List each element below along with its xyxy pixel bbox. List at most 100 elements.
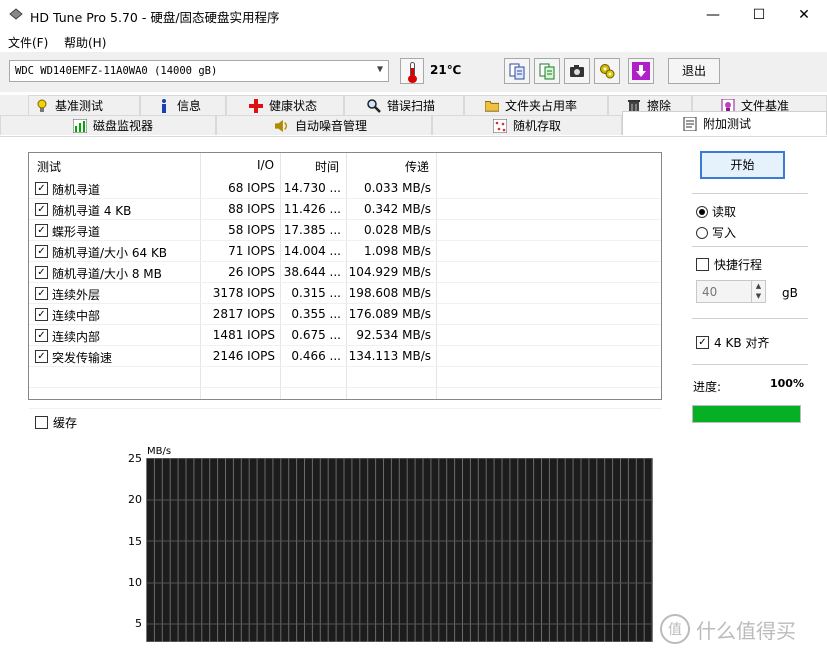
watermark-logo: 值 (660, 614, 690, 644)
progress-label: 进度: (693, 380, 722, 394)
divider (692, 318, 808, 319)
chevron-down-icon: ▼ (376, 64, 383, 75)
quick-stroke-spinner[interactable]: 40 ▲ ▼ (696, 280, 766, 303)
divider (692, 364, 808, 365)
y-tick-label: 25 (128, 452, 142, 465)
time-value: 14.004 ... (283, 244, 341, 258)
tab-folder-usage[interactable]: 文件夹占用率 (464, 95, 608, 115)
tab-disk-monitor[interactable]: 磁盘监视器 (0, 115, 216, 135)
watermark-text: 什么值得买 (696, 618, 796, 643)
camera-icon (570, 65, 584, 77)
tab-label: 错误扫描 (387, 99, 436, 113)
write-radio[interactable]: 写入 (696, 224, 736, 241)
test-name: 连续外层 (52, 288, 101, 302)
info-icon (157, 98, 171, 113)
row-checkbox[interactable]: ✓ (35, 203, 48, 216)
table-row[interactable]: ✓ 随机寻道/大小 8 MB 26 IOPS 38.644 ... 104.929 MB… (29, 262, 661, 283)
time-value: 0.466 ... (291, 349, 341, 363)
checkbox-box[interactable] (696, 258, 709, 271)
table-row[interactable]: ✓ 连续内部 1481 IOPS 0.675 ... 92.534 MB/s (29, 325, 661, 346)
checkbox-box[interactable] (35, 416, 48, 429)
write-label: 写入 (712, 226, 737, 240)
table-row[interactable]: ✓ 连续外层 3178 IOPS 0.315 ... 198.608 MB/s (29, 283, 661, 304)
table-row[interactable]: ✓ 随机寻道/大小 64 KB 71 IOPS 14.004 ... 1.098 MB/… (29, 241, 661, 262)
quick-stroke-value: 40 (702, 285, 718, 299)
io-value: 3178 IOPS (212, 286, 275, 300)
time-value: 38.644 ... (283, 265, 341, 279)
row-checkbox[interactable]: ✓ (35, 245, 48, 258)
app-icon (9, 8, 23, 20)
drive-select[interactable]: WDC WD140EMFZ-11A0WA0 (14000 gB) ▼ (9, 60, 389, 82)
rate-value: 104.929 MB/s (348, 265, 431, 279)
tab-label: 自动噪音管理 (295, 119, 368, 133)
column-header-time[interactable]: 时间 (315, 158, 339, 175)
copy-info-icon (539, 63, 555, 80)
test-name: 随机寻道/大小 8 MB (52, 267, 162, 281)
divider (692, 193, 808, 194)
row-checkbox[interactable]: ✓ (35, 266, 48, 279)
cache-checkbox[interactable]: 缓存 (35, 414, 77, 431)
read-radio[interactable]: 读取 (696, 203, 736, 220)
row-checkbox[interactable]: ✓ (35, 224, 48, 237)
row-checkbox[interactable]: ✓ (35, 182, 48, 195)
tab-label: 随机存取 (513, 119, 562, 133)
save-button[interactable] (628, 58, 654, 84)
y-tick-label: 15 (128, 535, 142, 548)
tab-label: 附加测试 (703, 117, 752, 131)
row-checkbox[interactable]: ✓ (35, 329, 48, 342)
tab-info[interactable]: 信息 (140, 95, 226, 115)
table-row[interactable]: ✓ 蝶形寻道 58 IOPS 17.385 ... 0.028 MB/s (29, 220, 661, 241)
speaker-icon (275, 119, 289, 133)
table-row[interactable]: ✓ 随机寻道 4 KB 88 IOPS 11.426 ... 0.342 MB/s (29, 199, 661, 220)
y-tick-label: 5 (135, 617, 142, 630)
copy-info-button[interactable] (534, 58, 560, 84)
tab-health[interactable]: 健康状态 (226, 95, 344, 115)
y-tick-label: 20 (128, 493, 142, 506)
rate-value: 92.534 MB/s (356, 328, 431, 342)
table-header: 测试 I/O 时间 传递 (29, 153, 661, 177)
start-button[interactable]: 开始 (700, 151, 785, 179)
quick-stroke-checkbox[interactable]: 快捷行程 (696, 256, 762, 273)
exit-button[interactable]: 退出 (668, 58, 720, 84)
test-name: 随机寻道 4 KB (52, 204, 132, 218)
menu-help[interactable]: 帮助(H) (64, 34, 106, 51)
row-checkbox[interactable]: ✓ (35, 287, 48, 300)
table-row[interactable]: ✓ 连续中部 2817 IOPS 0.355 ... 176.089 MB/s (29, 304, 661, 325)
tab-error-scan[interactable]: 错误扫描 (344, 95, 464, 115)
rate-value: 1.098 MB/s (363, 244, 431, 258)
chart-unit-label: MB/s (147, 446, 172, 457)
rate-value: 0.342 MB/s (363, 202, 431, 216)
column-header-io[interactable]: I/O (257, 158, 274, 172)
maximize-button[interactable]: ☐ (736, 0, 782, 30)
close-button[interactable]: ✕ (781, 0, 827, 30)
align-4kb-label: 4 KB 对齐 (714, 336, 770, 350)
tab-extra-tests[interactable]: 附加测试 (622, 111, 827, 135)
menu-file[interactable]: 文件(F) (8, 34, 48, 51)
tab-random-access[interactable]: 随机存取 (432, 115, 622, 135)
checkbox-box[interactable]: ✓ (696, 336, 709, 349)
test-name: 随机寻道/大小 64 KB (52, 246, 168, 260)
column-header-rate[interactable]: 传递 (405, 158, 429, 175)
io-value: 68 IOPS (228, 181, 275, 195)
tab-benchmark[interactable]: 基准测试 (28, 95, 140, 115)
row-checkbox[interactable]: ✓ (35, 308, 48, 321)
copy-text-button[interactable] (504, 58, 530, 84)
read-label: 读取 (712, 205, 737, 219)
column-header-test[interactable]: 测试 (37, 158, 61, 175)
options-button[interactable] (594, 58, 620, 84)
tab-noise-management[interactable]: 自动噪音管理 (216, 115, 432, 135)
table-row[interactable]: ✓ 突发传输速 2146 IOPS 0.466 ... 134.113 MB/s (29, 346, 661, 367)
spinner-arrows-icon[interactable]: ▲ ▼ (751, 281, 765, 302)
io-value: 1481 IOPS (212, 328, 275, 342)
y-tick-label: 10 (128, 576, 142, 589)
radio-dot[interactable] (696, 205, 708, 218)
tab-label: 文件夹占用率 (505, 99, 578, 113)
row-checkbox[interactable]: ✓ (35, 350, 48, 363)
menu-bar: 文件(F) 帮助(H) (0, 30, 827, 52)
screenshot-button[interactable] (564, 58, 590, 84)
magnifier-icon (367, 98, 381, 113)
align-4kb-checkbox[interactable]: ✓ 4 KB 对齐 (696, 334, 769, 351)
radio-dot[interactable] (696, 226, 708, 239)
table-row[interactable]: ✓ 随机寻道 68 IOPS 14.730 ... 0.033 MB/s (29, 178, 661, 199)
minimize-button[interactable]: — (690, 0, 736, 30)
